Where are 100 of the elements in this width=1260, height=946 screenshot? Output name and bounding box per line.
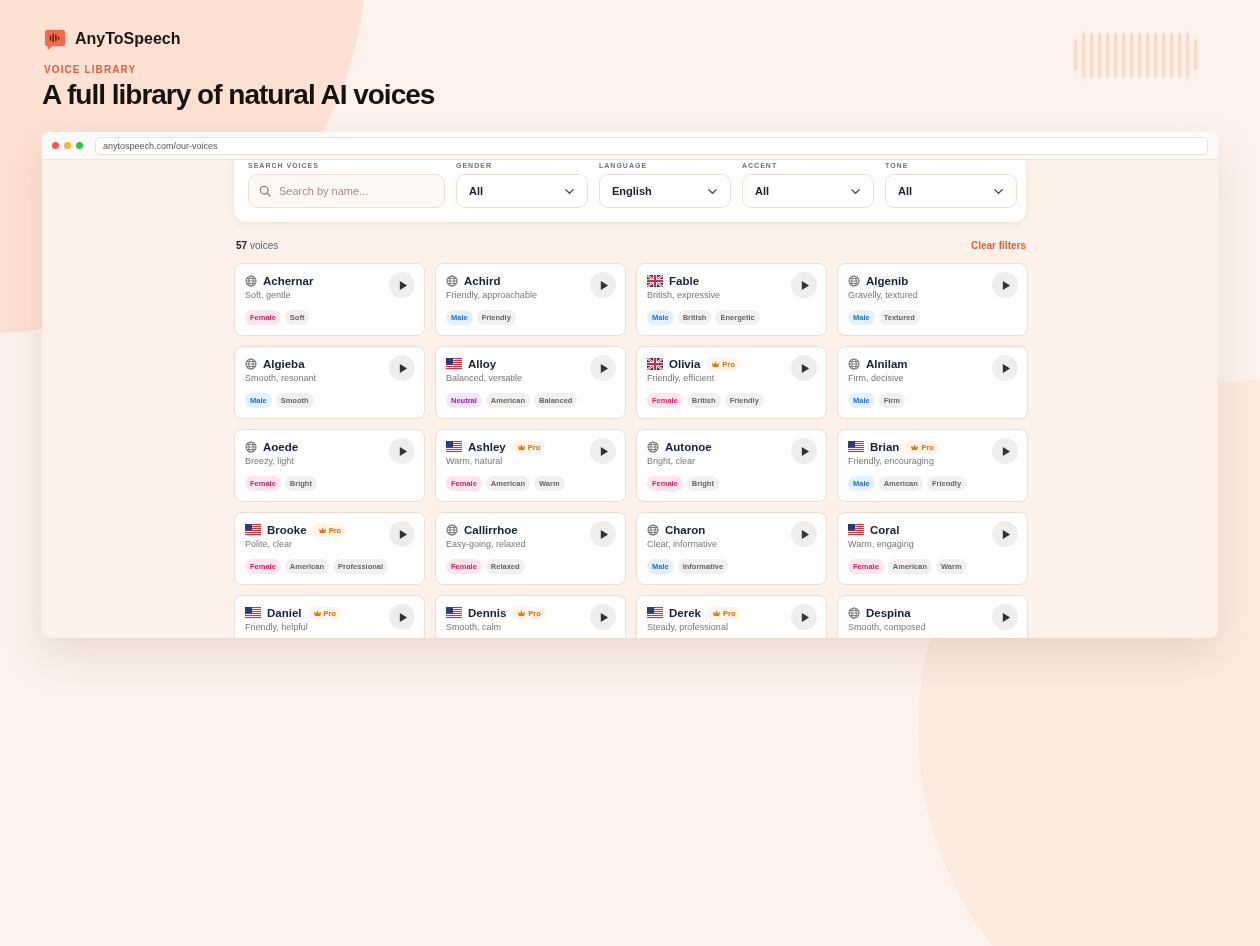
voice-name: Brooke [267, 524, 307, 536]
play-button[interactable] [389, 355, 415, 381]
maximize-dot-icon[interactable] [76, 142, 83, 149]
voice-description: Steady, professional [647, 622, 729, 632]
play-icon [1001, 279, 1011, 291]
voice-name: Algieba [263, 358, 305, 370]
play-button[interactable] [590, 438, 616, 464]
play-icon [398, 279, 408, 291]
play-button[interactable] [389, 604, 415, 630]
voice-description: Breezy, light [245, 456, 295, 466]
voice-name: Algenib [866, 275, 909, 287]
play-icon [599, 362, 609, 374]
play-button[interactable] [590, 604, 616, 630]
play-icon [800, 528, 810, 540]
play-button[interactable] [791, 355, 817, 381]
voice-name: Brian [870, 441, 900, 453]
play-button[interactable] [992, 438, 1018, 464]
play-icon [1001, 611, 1011, 623]
play-icon [800, 279, 810, 291]
play-button[interactable] [992, 521, 1018, 547]
crown-icon [905, 440, 920, 454]
voice-name: Dennis [468, 607, 507, 619]
voice-name: Despina [866, 607, 911, 619]
crown-icon [312, 523, 327, 537]
voice-name: Olivia [669, 358, 701, 370]
dropdown[interactable]: English [599, 174, 731, 208]
voice-name: Callirrhoe [464, 524, 518, 536]
us-flag-icon [446, 358, 462, 370]
voice-name: Achernar [263, 275, 314, 287]
voice-description: Easy-going, relaxed [446, 539, 526, 549]
play-icon [599, 528, 609, 540]
search-field[interactable]: Search by name... [248, 174, 445, 208]
globe-icon [647, 524, 659, 536]
dropdown[interactable]: All [456, 174, 588, 208]
logo-icon [44, 28, 66, 50]
play-button[interactable] [791, 521, 817, 547]
brand-name: AnyToSpeech [75, 30, 181, 48]
globe-icon [446, 275, 458, 287]
play-icon [1001, 362, 1011, 374]
play-button[interactable] [590, 272, 616, 298]
voice-description: Balanced, versatile [446, 373, 523, 383]
voice-name: Alloy [468, 358, 497, 370]
play-icon [398, 528, 408, 540]
voice-name: Fable [669, 275, 700, 287]
us-flag-icon [245, 524, 261, 536]
us-flag-icon [245, 607, 261, 619]
voice-name: Coral [870, 524, 900, 536]
globe-icon [848, 275, 860, 287]
play-button[interactable] [992, 355, 1018, 381]
play-button[interactable] [992, 604, 1018, 630]
play-icon [398, 362, 408, 374]
play-button[interactable] [992, 272, 1018, 298]
play-icon [599, 445, 609, 457]
voice-name: Alnilam [866, 358, 908, 370]
play-button[interactable] [389, 272, 415, 298]
play-icon [398, 611, 408, 623]
close-dot-icon[interactable] [52, 142, 59, 149]
minimize-dot-icon[interactable] [64, 142, 71, 149]
address-bar[interactable]: anytospeech.com/our-voices [95, 136, 1208, 155]
play-icon [800, 611, 810, 623]
globe-icon [245, 275, 257, 287]
dropdown[interactable]: All [742, 174, 874, 208]
globe-icon [848, 607, 860, 619]
voice-card[interactable]: Despina Smooth, composed [837, 595, 1028, 638]
voice-description: Firm, decisive [848, 373, 905, 383]
us-flag-icon [848, 524, 864, 536]
globe-icon [245, 358, 257, 370]
voice-description: Soft, gentle [245, 290, 292, 300]
voice-description: Smooth, calm [446, 622, 503, 632]
headline: A full library of natural AI voices [42, 79, 436, 111]
play-button[interactable] [389, 438, 415, 464]
play-icon [1001, 445, 1011, 457]
voice-description: British, expressive [647, 290, 721, 300]
voice-description: Friendly, approachable [446, 290, 537, 300]
play-icon [599, 611, 609, 623]
play-button[interactable] [389, 521, 415, 547]
voice-name: Aoede [263, 441, 299, 453]
play-button[interactable] [791, 604, 817, 630]
play-button[interactable] [791, 272, 817, 298]
crown-icon [706, 606, 721, 620]
play-button[interactable] [590, 355, 616, 381]
voice-description: Warm, engaging [848, 539, 914, 549]
voice-description: Friendly, efficient [647, 373, 716, 383]
globe-icon [245, 441, 257, 453]
dropdown[interactable]: All [885, 174, 1017, 208]
play-button[interactable] [590, 521, 616, 547]
voice-description: Polite, clear [245, 539, 294, 549]
crown-icon [511, 440, 526, 454]
voice-description: Friendly, encouraging [848, 456, 935, 466]
voice-description: Smooth, composed [848, 622, 926, 632]
us-flag-icon [647, 607, 663, 619]
play-button[interactable] [791, 438, 817, 464]
voice-description: Gravelly, textured [848, 290, 918, 300]
us-flag-icon [446, 607, 462, 619]
globe-icon [647, 441, 659, 453]
uk-flag-icon [647, 358, 663, 370]
voice-name: Ashley [468, 441, 506, 453]
voice-name: Daniel [267, 607, 302, 619]
us-flag-icon [446, 441, 462, 453]
play-icon [398, 445, 408, 457]
